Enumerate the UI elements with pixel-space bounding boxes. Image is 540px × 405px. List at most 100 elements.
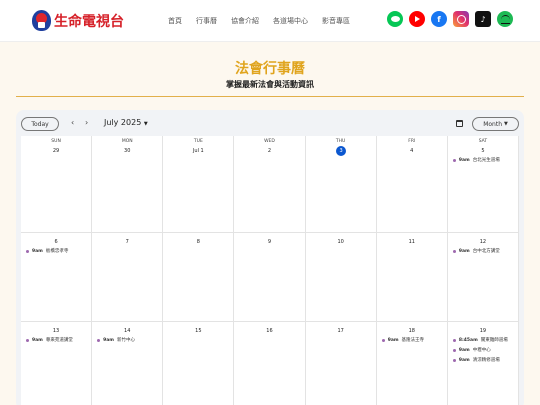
prev-month-icon[interactable]: ‹ [71, 118, 74, 127]
day-cell[interactable]: SUN 29 [21, 136, 93, 233]
day-cell[interactable]: SAT 5 9am 台北光生道場 [447, 136, 519, 233]
event-time: 9am [32, 248, 43, 254]
logo-mark-icon [32, 10, 51, 31]
nav-item-calendar[interactable]: 行事曆 [196, 16, 217, 26]
event-time: 9am [458, 157, 470, 163]
spotify-icon[interactable] [497, 11, 513, 27]
calendar-event[interactable]: 9am 台北光生道場 [452, 157, 500, 163]
day-cell[interactable]: 15 [163, 322, 235, 405]
date-number[interactable]: 13 [21, 328, 91, 334]
date-number[interactable]: 12 [448, 239, 518, 245]
calendar-event[interactable]: 8:45am 關東雜師道場 [452, 337, 508, 343]
weekday-header: WED [264, 139, 275, 144]
day-cell[interactable]: 8 [163, 233, 235, 322]
calendar-event[interactable]: 9am 尊來苑道講堂 [26, 337, 73, 343]
calendar-event[interactable]: 9am 清涼精修道場 [452, 357, 500, 363]
event-dot-icon [452, 249, 456, 253]
date-number[interactable]: 14 [92, 328, 162, 334]
date-number[interactable]: 17 [306, 328, 376, 334]
month-selector[interactable]: July 2025 ▼ [104, 118, 148, 127]
nav-item-home[interactable]: 首頁 [168, 16, 182, 26]
caret-down-icon: ▼ [503, 121, 508, 127]
date-number[interactable]: 30 [92, 148, 162, 154]
page-title: 法會行事曆 [235, 61, 305, 77]
day-cell[interactable]: TUE Jul 1 [163, 136, 235, 233]
weekday-header: THU [335, 139, 346, 144]
calendar-event[interactable]: 9am 台中北方講堂 [452, 248, 500, 254]
event-dot-icon [452, 338, 456, 342]
nav-item-about[interactable]: 協會介紹 [231, 16, 259, 26]
view-label: Month [483, 120, 503, 128]
calendar-icon[interactable] [456, 120, 463, 127]
event-time: 9am [458, 248, 470, 254]
day-cell[interactable]: MON 30 [92, 136, 164, 233]
date-number[interactable]: 19 [448, 328, 518, 334]
date-number[interactable]: 18 [377, 328, 447, 334]
event-time: 9am [387, 337, 399, 343]
calendar-toolbar: Today ‹ › July 2025 ▼ Month ▼ [16, 110, 524, 136]
date-number[interactable]: 16 [234, 328, 304, 334]
date-number[interactable]: 5 [448, 148, 518, 154]
today-button[interactable]: Today [21, 117, 59, 131]
event-title: 關東雜師道場 [480, 338, 508, 343]
tiktok-icon[interactable]: ♪ [475, 11, 491, 27]
event-title: 中壢中心 [472, 348, 491, 353]
main-nav: 首頁 行事曆 協會介紹 各道場中心 影音專區 [168, 16, 364, 26]
calendar: Today ‹ › July 2025 ▼ Month ▼ SUN 29 MON 30… [16, 110, 524, 405]
month-grid: SUN 29 MON 30 TUE Jul 1 WED 2 THU 3 FRI 4 SAT 5 9am 台北光… [21, 136, 519, 405]
site-logo[interactable]: 生命電視台 [32, 10, 124, 31]
day-cell[interactable]: 6 9am 板橋忠孝寺 [21, 233, 93, 322]
day-cell[interactable]: WED 2 [234, 136, 306, 233]
day-cell[interactable]: THU 3 [305, 136, 377, 233]
today-date-badge[interactable]: 3 [336, 146, 347, 156]
event-title: 台北光生道場 [472, 158, 500, 163]
day-cell[interactable]: 17 [306, 322, 377, 405]
view-switch-button[interactable]: Month ▼ [472, 117, 519, 131]
date-number[interactable]: Jul 1 [163, 148, 233, 154]
nav-item-media[interactable]: 影音專區 [322, 16, 350, 26]
weekday-header: FRI [408, 139, 416, 144]
date-number[interactable]: 6 [21, 239, 91, 245]
date-number[interactable]: 11 [377, 239, 447, 245]
event-title: 台中北方講堂 [472, 249, 500, 254]
date-number[interactable]: 15 [163, 328, 233, 334]
date-number[interactable]: 7 [92, 239, 162, 245]
date-number[interactable]: 8 [163, 239, 233, 245]
calendar-event[interactable]: 9am 板橋忠孝寺 [26, 248, 68, 254]
social-links: f ♪ [387, 11, 519, 27]
day-cell[interactable]: 18 9am 基隆法王寺 [377, 322, 448, 405]
day-cell[interactable]: 11 [376, 233, 448, 322]
nav-item-centers[interactable]: 各道場中心 [273, 16, 308, 26]
day-cell[interactable]: 19 8:45am 關東雜師道場 9am 中壢中心 9am 清涼精修道場 [448, 322, 519, 405]
day-cell[interactable]: 10 [305, 233, 377, 322]
day-cell[interactable]: 9 [234, 233, 306, 322]
calendar-event[interactable]: 9am 基隆法王寺 [381, 337, 424, 343]
youtube-icon[interactable] [409, 11, 425, 27]
next-month-icon[interactable]: › [85, 118, 88, 127]
instagram-icon[interactable] [453, 11, 469, 27]
site-header: 生命電視台 首頁 行事曆 協會介紹 各道場中心 影音專區 f ♪ [0, 0, 540, 42]
chevron-down-icon: ▼ [143, 121, 148, 127]
event-title: 新竹中心 [117, 338, 135, 343]
day-cell[interactable]: 7 [92, 233, 164, 322]
day-cell[interactable]: 13 9am 尊來苑道講堂 [21, 322, 93, 405]
calendar-event[interactable]: 9am 新竹中心 [97, 337, 135, 343]
day-cell[interactable]: 16 [234, 322, 306, 405]
event-dot-icon [97, 338, 101, 342]
day-cell[interactable]: 14 9am 新竹中心 [92, 322, 164, 405]
event-dot-icon [26, 338, 29, 342]
event-dot-icon [26, 249, 29, 253]
date-number[interactable]: 10 [306, 239, 376, 245]
date-number[interactable]: 9 [234, 239, 304, 245]
day-cell[interactable]: FRI 4 [376, 136, 448, 233]
event-time: 9am [458, 347, 470, 353]
calendar-event[interactable]: 9am 中壢中心 [452, 347, 491, 353]
line-icon[interactable] [387, 11, 403, 27]
event-dot-icon [452, 348, 456, 352]
date-number[interactable]: 29 [21, 148, 91, 154]
date-number[interactable]: 2 [234, 148, 304, 154]
event-dot-icon [452, 358, 456, 362]
facebook-icon[interactable]: f [431, 11, 447, 27]
day-cell[interactable]: 12 9am 台中北方講堂 [447, 233, 519, 322]
date-number[interactable]: 4 [377, 148, 447, 154]
